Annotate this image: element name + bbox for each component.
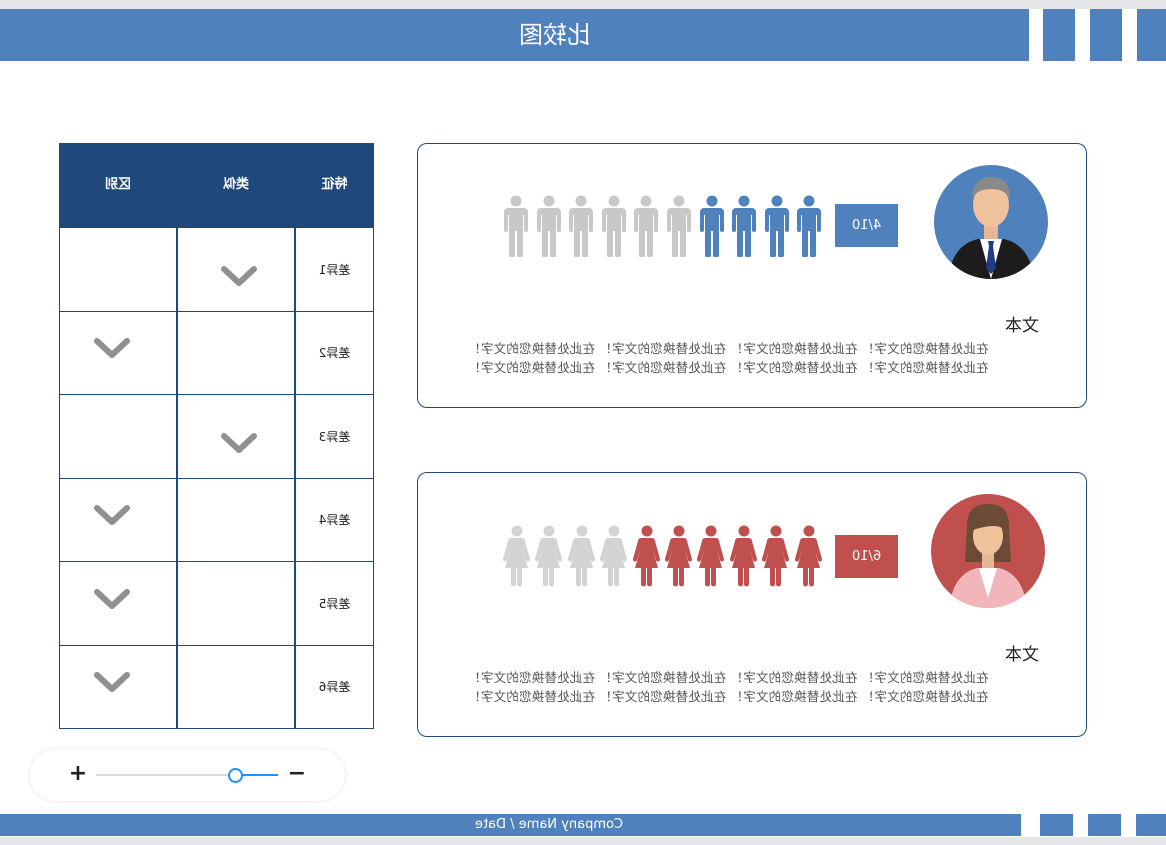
male-figure-icon	[600, 195, 628, 261]
comparison-table: 特征 类似 区别 差异1 差异2 差异3 差异4 差异5 差异6	[59, 143, 374, 729]
footer-stripe	[1088, 814, 1121, 836]
female-figure-icon	[664, 525, 694, 591]
male-figure-icon	[730, 195, 758, 261]
female-figure-icon	[599, 525, 629, 591]
header-stripe	[1043, 9, 1075, 61]
female-figure-icon	[761, 525, 791, 591]
card-heading: 文本	[1005, 645, 1039, 665]
different-cell	[59, 310, 177, 395]
male-figure-icon	[535, 195, 563, 261]
different-cell	[59, 644, 177, 729]
row-label: 差异4	[318, 513, 351, 528]
ratio-badge: 6/10	[835, 535, 898, 578]
chevron-down-icon	[220, 432, 258, 454]
comparison-card: 6/10 文本在此处替换您的文字！ 在此处替换您的文字！ 在此处替换您的文字！ 在…	[417, 472, 1087, 737]
footer-text: Company Name / Date	[474, 817, 624, 832]
comparison-card: 4/10 文本在此处替换您的文字！ 在此处替换您的文字！ 在此处替换您的文字！ 在…	[417, 143, 1087, 408]
row-label: 差异2	[318, 346, 351, 361]
chevron-down-icon	[93, 504, 131, 526]
card-body-line: 在此处替换您的文字！ 在此处替换您的文字！ 在此处替换您的文字！ 在此处替换您的…	[468, 670, 989, 685]
header-different: 区别	[105, 177, 132, 192]
similar-cell	[177, 477, 295, 562]
different-cell	[59, 477, 177, 562]
similar-cell	[177, 394, 295, 479]
male-figure-icon	[665, 195, 693, 261]
footer-stripe	[1040, 814, 1073, 836]
male-figure-icon	[795, 195, 823, 261]
card-body-line: 在此处替换您的文字！ 在此处替换您的文字！ 在此处替换您的文字！ 在此处替换您的…	[468, 689, 989, 704]
different-cell	[59, 394, 177, 479]
female-figure-icon	[794, 525, 824, 591]
ratio-label: 4/10	[851, 218, 882, 233]
row-label: 差异6	[318, 680, 351, 695]
row-label-cell: 差异3	[295, 394, 374, 479]
zoom-in-button[interactable]: +	[65, 761, 91, 787]
zoom-out-button[interactable]: −	[284, 761, 310, 787]
header-feature: 特征	[321, 177, 348, 192]
female-figure-icon	[502, 525, 532, 591]
similar-cell	[177, 227, 295, 312]
card-heading: 文本	[1005, 316, 1039, 336]
row-label-cell: 差异2	[295, 310, 374, 395]
female-figure-icon	[729, 525, 759, 591]
chevron-down-icon	[93, 337, 131, 359]
row-label: 差异1	[318, 262, 351, 277]
similar-cell	[177, 310, 295, 395]
row-label-cell: 差异6	[295, 644, 374, 729]
zoom-slider-handle[interactable]	[228, 768, 243, 783]
female-figure-icon	[696, 525, 726, 591]
ratio-label: 6/10	[851, 549, 882, 564]
row-label: 差异3	[318, 429, 351, 444]
male-figure-icon	[502, 195, 530, 261]
different-cell	[59, 561, 177, 646]
zoom-control: + −	[30, 749, 345, 801]
female-figure-icon	[632, 525, 662, 591]
row-label-cell: 差异5	[295, 561, 374, 646]
businesswoman-avatar-icon	[931, 494, 1045, 612]
row-label: 差异5	[318, 596, 351, 611]
chevron-down-icon	[93, 671, 131, 693]
chevron-down-icon	[93, 588, 131, 610]
header-stripe	[1090, 9, 1122, 61]
female-figure-icon	[567, 525, 597, 591]
row-label-cell: 差异1	[295, 227, 374, 312]
page-title: 比较图	[519, 21, 591, 49]
female-figure-icon	[534, 525, 564, 591]
male-figure-icon	[567, 195, 595, 261]
ratio-badge: 4/10	[835, 204, 898, 247]
footer-stripe	[1136, 814, 1166, 836]
similar-cell	[177, 561, 295, 646]
row-label-cell: 差异4	[295, 477, 374, 562]
chevron-down-icon	[220, 265, 258, 287]
similar-cell	[177, 644, 295, 729]
header-stripe	[1137, 9, 1166, 61]
different-cell	[59, 227, 177, 312]
card-body-line: 在此处替换您的文字！ 在此处替换您的文字！ 在此处替换您的文字！ 在此处替换您的…	[468, 341, 989, 356]
male-figure-icon	[632, 195, 660, 261]
male-figure-icon	[698, 195, 726, 261]
male-figure-icon	[763, 195, 791, 261]
card-body-line: 在此处替换您的文字！ 在此处替换您的文字！ 在此处替换您的文字！ 在此处替换您的…	[468, 360, 989, 375]
businessman-avatar-icon	[934, 165, 1048, 283]
header-similar: 类似	[223, 177, 250, 192]
